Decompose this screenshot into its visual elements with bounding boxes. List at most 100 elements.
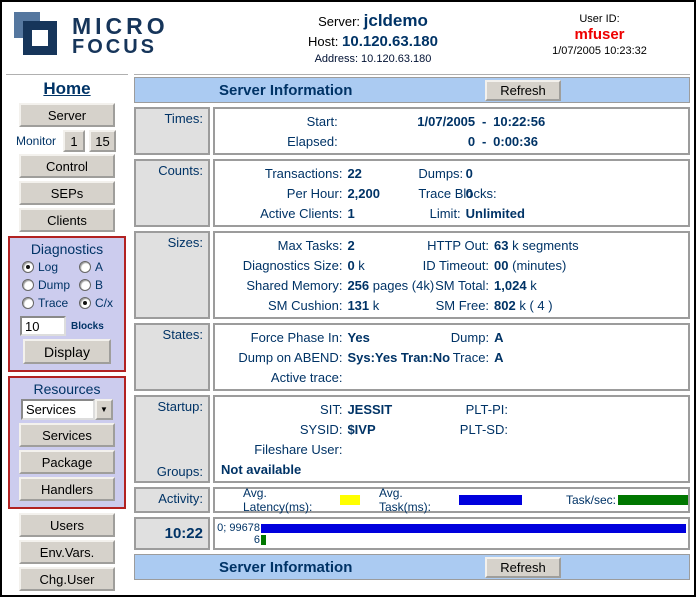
field-value: 2,200 (347, 186, 380, 201)
field-label: SM Cushion: (215, 298, 347, 313)
field-value: 22 (347, 166, 361, 181)
display-button[interactable]: Display (23, 339, 111, 364)
field-value: A (494, 350, 688, 365)
monitor-15-button[interactable]: 15 (89, 130, 116, 152)
radio-trace[interactable]: Trace (22, 296, 79, 310)
radio-dump-icon[interactable] (22, 279, 34, 291)
resources-select[interactable]: Services ▼ (21, 399, 113, 420)
field-label: Trace Blocks: (418, 186, 465, 201)
login-timestamp: 1/07/2005 10:23:32 (519, 45, 680, 57)
package-button[interactable]: Package (19, 450, 115, 474)
times-section-label: Times: (134, 107, 210, 155)
table-row: Elapsed: 0 - 0:00:36 (215, 131, 688, 151)
latency-swatch-icon (340, 495, 360, 505)
radio-log-icon[interactable] (22, 261, 34, 273)
field-label: Force Phase In: (215, 330, 347, 345)
field-value: 63 (494, 238, 508, 253)
sizes-section: Sizes: Max Tasks: 2 HTTP Out: 63 k segme… (134, 231, 690, 319)
legend-row: Avg. Latency(ms): Avg. Task(ms): Task/se… (215, 491, 688, 509)
table-row: Transactions: 22 Dumps: 0 (215, 163, 688, 183)
handlers-button[interactable]: Handlers (19, 477, 115, 501)
legend-item: Avg. Latency(ms): (243, 486, 360, 514)
server-button[interactable]: Server (19, 103, 115, 127)
legend-label: Task/sec: (566, 493, 616, 507)
refresh-button-bottom[interactable]: Refresh (485, 557, 561, 578)
user-id-label: User ID: (519, 13, 680, 25)
avg-task-bar (261, 524, 686, 533)
table-row: Active trace: (215, 367, 688, 387)
monitor-1-button[interactable]: 1 (63, 130, 85, 152)
field-label: Dump on ABEND: (215, 350, 347, 365)
radio-cx-icon[interactable] (79, 297, 91, 309)
field-label: SIT: (215, 402, 347, 417)
home-link[interactable]: Home (43, 79, 90, 99)
diagnostics-title: Diagnostics (12, 241, 122, 257)
top-title-bar: Server Information Refresh (134, 77, 690, 103)
clients-button[interactable]: Clients (19, 208, 115, 232)
logo-line1: MICRO (72, 15, 169, 38)
refresh-button-top[interactable]: Refresh (485, 80, 561, 101)
counts-content: Transactions: 22 Dumps: 0 Per Hour: 2,20… (213, 159, 690, 227)
legend-item: Avg. Task(ms): (379, 486, 522, 514)
blocks-input[interactable] (20, 316, 66, 336)
field-value: 0:00:36 (493, 134, 688, 149)
history-values: 6 (215, 534, 261, 546)
field-value: 0 (347, 258, 354, 273)
radio-log[interactable]: Log (22, 260, 79, 274)
radio-cx[interactable]: C/x (79, 296, 122, 310)
chguser-button[interactable]: Chg.User (19, 567, 115, 591)
radio-b-icon[interactable] (79, 279, 91, 291)
chevron-down-icon[interactable]: ▼ (95, 399, 113, 420)
counts-section-label: Counts: (134, 159, 210, 227)
radio-a-icon[interactable] (79, 261, 91, 273)
radio-b-label: B (95, 278, 103, 292)
table-row: Force Phase In: Yes Dump: A (215, 327, 688, 347)
history-content: 0; 99678 6 (213, 517, 690, 550)
field-value: 802 (494, 298, 516, 313)
table-row: SM Cushion: 131 k SM Free: 802 k ( 4 ) (215, 295, 688, 315)
server-identity: Server: jcldemo Host: 10.120.63.180 Addr… (227, 2, 519, 74)
resources-select-value[interactable]: Services (21, 399, 95, 420)
radio-dump[interactable]: Dump (22, 278, 79, 292)
states-section-label: States: (134, 323, 210, 391)
field-value: Unlimited (466, 206, 525, 221)
startup-label: Startup: (138, 399, 203, 414)
microfocus-logo: MICRO FOCUS (2, 2, 227, 74)
radio-trace-icon[interactable] (22, 297, 34, 309)
page-title: Server Information (219, 82, 352, 99)
table-row: Max Tasks: 2 HTTP Out: 63 k segments (215, 235, 688, 255)
field-label: Dumps: (418, 166, 465, 181)
sizes-section-label: Sizes: (134, 231, 210, 319)
field-label: Limit: (418, 206, 465, 221)
table-row: Dump on ABEND: Sys:Yes Tran:No Trace: A (215, 347, 688, 367)
services-button[interactable]: Services (19, 423, 115, 447)
host-value: 10.120.63.180 (342, 33, 438, 50)
logo-line2: FOCUS (72, 38, 169, 58)
control-button[interactable]: Control (19, 154, 115, 178)
envvars-button[interactable]: Env.Vars. (19, 540, 115, 564)
task-swatch-icon (459, 495, 522, 505)
radio-b[interactable]: B (79, 278, 122, 292)
server-label: Server: (318, 14, 360, 29)
seps-button[interactable]: SEPs (19, 181, 115, 205)
mfcs-admin-page: MICRO FOCUS Server: jcldemo Host: 10.120… (0, 0, 696, 597)
field-unit: k (527, 278, 537, 293)
radio-dump-label: Dump (38, 278, 70, 292)
legend-label: Avg. Latency(ms): (243, 486, 338, 514)
radio-a[interactable]: A (79, 260, 122, 274)
activity-legend: Avg. Latency(ms): Avg. Task(ms): Task/se… (213, 487, 690, 513)
task-per-sec-bar (261, 535, 266, 545)
field-value: 1/07/2005 (343, 114, 475, 129)
field-separator: - (475, 114, 493, 129)
legend-label: Avg. Task(ms): (379, 486, 457, 514)
sidebar: Home Server Monitor 1 15 Control SEPs Cl… (6, 74, 128, 597)
user-info: User ID: mfuser 1/07/2005 10:23:32 (519, 2, 694, 74)
blocks-row: Blocks (20, 316, 122, 336)
radio-cx-label: C/x (95, 296, 113, 310)
field-label: Dump: (428, 330, 494, 345)
users-button[interactable]: Users (19, 513, 115, 537)
field-unit: k ( 4 ) (516, 298, 553, 313)
history-values: 0; 99678 (215, 522, 261, 534)
field-value: 00 (494, 258, 508, 273)
legend-item: Task/sec: (566, 493, 688, 507)
